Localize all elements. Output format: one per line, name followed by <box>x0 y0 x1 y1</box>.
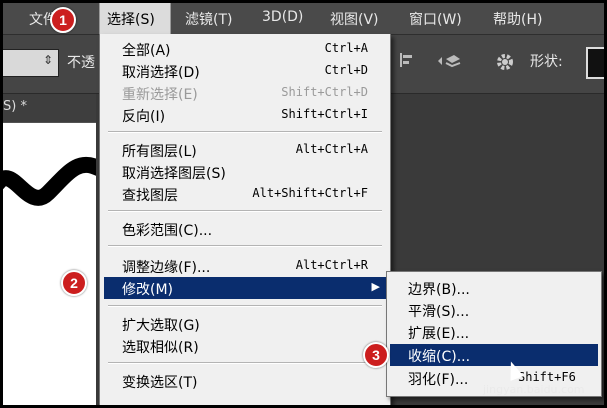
align-icon[interactable] <box>398 51 416 73</box>
submenu-item-shortcut: Shift+F6 <box>518 370 576 384</box>
menu-item-all[interactable]: 全部(A) Ctrl+A <box>104 38 386 60</box>
step-badge-3: 3 <box>363 342 389 368</box>
menu-item-similar[interactable]: 选取相似(R) <box>104 335 386 357</box>
menu-item-label: 重新选择(E) <box>122 87 198 103</box>
submenu-item-label: 平滑(S)... <box>408 304 470 320</box>
menu-separator <box>108 245 382 247</box>
document-tab[interactable]: S) * <box>3 94 97 122</box>
menu-select[interactable]: 选择(S) <box>99 3 171 34</box>
menu-item-shortcut: Shift+Ctrl+I <box>281 107 368 121</box>
menu-item-label: 扩大选取(G) <box>122 318 200 334</box>
menu-bar: 文件(F) 选择(S) 滤镜(T) 3D(D) 视图(V) 窗口(W) 帮助(H… <box>3 3 604 35</box>
menu-item-transform-selection[interactable]: 变换选区(T) <box>104 370 386 392</box>
submenu-item-border[interactable]: 边界(B)... <box>390 277 598 299</box>
menu-item-label: 修改(M) <box>122 282 174 298</box>
submenu-item-label: 扩展(E)... <box>408 326 470 342</box>
submenu-arrow-icon: ▶ <box>371 280 380 293</box>
menu-window[interactable]: 窗口(W) <box>409 9 462 29</box>
menu-item-color-range[interactable]: 色彩范围(C)... <box>104 218 386 240</box>
menu-item-inverse[interactable]: 反向(I) Shift+Ctrl+I <box>104 104 386 126</box>
menu-item-label: 色彩范围(C)... <box>122 223 213 239</box>
menu-item-label: 调整边缘(F)... <box>122 260 211 276</box>
menu-item-label: 全部(A) <box>122 43 171 59</box>
menu-item-label: 所有图层(L) <box>122 144 197 160</box>
wavy-stroke-artwork <box>3 156 106 206</box>
canvas[interactable] <box>3 123 106 405</box>
arrange-layers-icon[interactable] <box>436 51 462 75</box>
document-tab-title: S) * <box>3 99 27 114</box>
menu-item-modify[interactable]: 修改(M) ▶ <box>104 277 386 299</box>
menu-item-shortcut: Ctrl+D <box>324 63 368 77</box>
menu-item-shortcut: Ctrl+A <box>324 41 368 55</box>
preset-combo[interactable]: ⇕ <box>3 49 59 77</box>
submenu-item-label: 收缩(C)... <box>408 349 471 365</box>
menu-item-label: 选取相似(R) <box>122 340 199 356</box>
opacity-label: 不透 <box>67 55 95 71</box>
menu-separator <box>108 210 382 212</box>
menu-item-label: 查找图层 <box>122 188 178 204</box>
menu-select-label: 选择(S) <box>107 12 155 28</box>
gear-icon[interactable] <box>494 51 516 77</box>
menu-item-shortcut: Alt+Ctrl+A <box>295 142 368 156</box>
menu-item-label: 反向(I) <box>122 109 166 125</box>
step-badge-1: 1 <box>50 7 76 33</box>
menu-separator <box>108 305 382 307</box>
menu-item-label: 变换选区(T) <box>122 375 198 391</box>
menu-item-all-layers[interactable]: 所有图层(L) Alt+Ctrl+A <box>104 139 386 161</box>
menu-item-shortcut: Alt+Ctrl+R <box>295 258 368 272</box>
menu-item-shortcut: Shift+Ctrl+D <box>281 85 368 99</box>
menu-item-refine-edge[interactable]: 调整边缘(F)... Alt+Ctrl+R <box>104 255 386 277</box>
menu-view[interactable]: 视图(V) <box>330 9 379 29</box>
menu-item-label: 取消选择图层(S) <box>122 166 226 182</box>
menu-3d[interactable]: 3D(D) <box>262 9 303 25</box>
submenu-item-smooth[interactable]: 平滑(S)... <box>390 299 598 321</box>
submenu-item-expand[interactable]: 扩展(E)... <box>390 321 598 343</box>
menu-separator <box>108 131 382 133</box>
photoshop-window: 文件(F) 选择(S) 滤镜(T) 3D(D) 视图(V) 窗口(W) 帮助(H… <box>0 0 607 408</box>
menu-item-deselect-layers[interactable]: 取消选择图层(S) <box>104 161 386 183</box>
menu-item-find-layers[interactable]: 查找图层 Alt+Shift+Ctrl+F <box>104 183 386 205</box>
shape-label: 形状: <box>530 54 563 70</box>
menu-item-shortcut: Alt+Shift+Ctrl+F <box>252 186 368 200</box>
menu-help[interactable]: 帮助(H) <box>493 9 542 29</box>
submenu-item-label: 边界(B)... <box>408 282 470 298</box>
menu-separator <box>108 362 382 364</box>
menu-item-grow[interactable]: 扩大选取(G) <box>104 313 386 335</box>
submenu-item-label: 羽化(F)... <box>408 372 469 388</box>
menu-item-reselect: 重新选择(E) Shift+Ctrl+D <box>104 82 386 104</box>
menu-item-deselect[interactable]: 取消选择(D) Ctrl+D <box>104 60 386 82</box>
modify-submenu: 边界(B)... 平滑(S)... 扩展(E)... 收缩(C)... 羽化(F… <box>386 271 602 397</box>
submenu-item-contract[interactable]: 收缩(C)... <box>390 344 598 366</box>
combo-arrow-icon: ⇕ <box>42 53 53 67</box>
shape-picker[interactable] <box>586 47 604 79</box>
menu-filter[interactable]: 滤镜(T) <box>185 9 232 29</box>
menu-item-label: 取消选择(D) <box>122 65 200 81</box>
watermark: jingyan.baidu.com <box>483 383 585 396</box>
step-badge-2: 2 <box>61 270 87 296</box>
select-menu-dropdown: 全部(A) Ctrl+A 取消选择(D) Ctrl+D 重新选择(E) Shif… <box>99 34 391 405</box>
